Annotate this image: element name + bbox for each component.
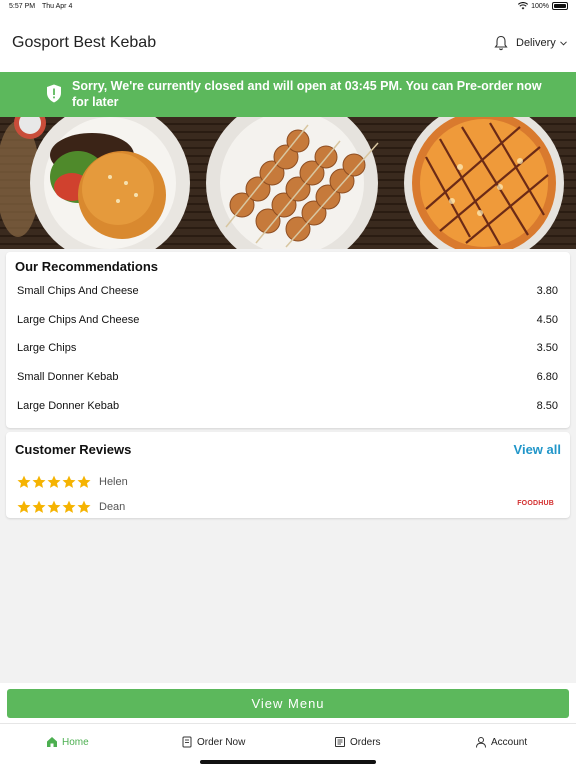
tab-home[interactable]: Home (46, 736, 89, 748)
recommendation-item[interactable]: Large Chips And Cheese 4.50 (17, 314, 558, 334)
star-icon (32, 475, 46, 488)
star-rating (17, 500, 91, 514)
tab-label: Account (491, 736, 528, 748)
reviews-title: Customer Reviews (15, 442, 132, 457)
item-name: Large Chips And Cheese (17, 314, 140, 326)
bottom-area: View Menu Home Order Now Orders Account (0, 683, 576, 768)
wifi-icon (518, 2, 529, 10)
reviewer-name: Helen (99, 476, 128, 488)
star-icon (77, 500, 91, 513)
user-icon (476, 737, 486, 748)
tab-label: Orders (350, 736, 381, 748)
tab-order-now[interactable]: Order Now (181, 736, 245, 748)
item-price: 4.50 (536, 314, 558, 326)
item-name: Small Chips And Cheese (17, 285, 139, 297)
item-price: 6.80 (536, 371, 558, 383)
item-price: 8.50 (536, 400, 558, 412)
recommendation-item[interactable]: Small Chips And Cheese 3.80 (17, 285, 558, 305)
app-header: Gosport Best Kebab Delivery (0, 14, 576, 72)
shield-alert-icon (47, 84, 61, 103)
tab-label: Home (62, 736, 89, 748)
star-icon (62, 475, 76, 488)
reviewer-name: Dean (99, 501, 126, 513)
closed-message: Sorry, We're currently closed and will o… (72, 79, 542, 109)
receipt-icon (335, 737, 345, 747)
hero-food-image (0, 117, 576, 249)
status-date: Thu Apr 4 (42, 3, 73, 10)
closed-banner: Sorry, We're currently closed and will o… (0, 72, 576, 117)
item-name: Large Chips (17, 342, 77, 354)
battery-icon (552, 2, 568, 10)
review-item: Helen (17, 474, 128, 490)
recommendations-card: Our Recommendations Small Chips And Chee… (6, 252, 570, 428)
item-name: Small Donner Kebab (17, 371, 119, 383)
order-icon (182, 736, 192, 748)
view-all-reviews-link[interactable]: View all (514, 442, 561, 457)
tab-orders[interactable]: Orders (334, 736, 381, 748)
recommendation-item[interactable]: Large Donner Kebab 8.50 (17, 400, 558, 420)
foodhub-logo: FOODHUB (517, 500, 554, 507)
star-icon (47, 475, 61, 488)
status-right: 100% (518, 2, 568, 10)
status-bar: 5:57 PM Thu Apr 4 100% (0, 0, 576, 14)
tab-label: Order Now (197, 736, 246, 748)
star-icon (17, 500, 31, 513)
recommendations-title: Our Recommendations (15, 259, 159, 274)
star-icon (17, 475, 31, 488)
item-name: Large Donner Kebab (17, 400, 120, 412)
status-time: 5:57 PM (9, 3, 36, 10)
home-icon (47, 737, 57, 747)
food-illustration (0, 117, 576, 249)
tab-account[interactable]: Account (475, 736, 527, 748)
star-icon (77, 475, 91, 488)
order-mode-selector[interactable]: Delivery (516, 37, 567, 49)
review-item: Dean (17, 499, 125, 515)
home-indicator (200, 760, 376, 764)
view-menu-button[interactable]: View Menu (7, 689, 569, 718)
star-icon (62, 500, 76, 513)
recommendation-item[interactable]: Small Donner Kebab 6.80 (17, 371, 558, 391)
star-icon (32, 500, 46, 513)
item-price: 3.50 (536, 342, 558, 354)
recommendation-item[interactable]: Large Chips 3.50 (17, 342, 558, 362)
bell-icon[interactable] (494, 35, 508, 51)
chevron-down-icon (559, 40, 567, 46)
star-icon (47, 500, 61, 513)
battery-percent: 100% (531, 2, 549, 10)
star-rating (17, 475, 91, 489)
item-price: 3.80 (536, 285, 558, 297)
customer-reviews-card: Customer Reviews View all Helen Dean FOO… (6, 432, 570, 518)
store-name: Gosport Best Kebab (12, 34, 157, 51)
order-mode-label: Delivery (516, 37, 556, 49)
